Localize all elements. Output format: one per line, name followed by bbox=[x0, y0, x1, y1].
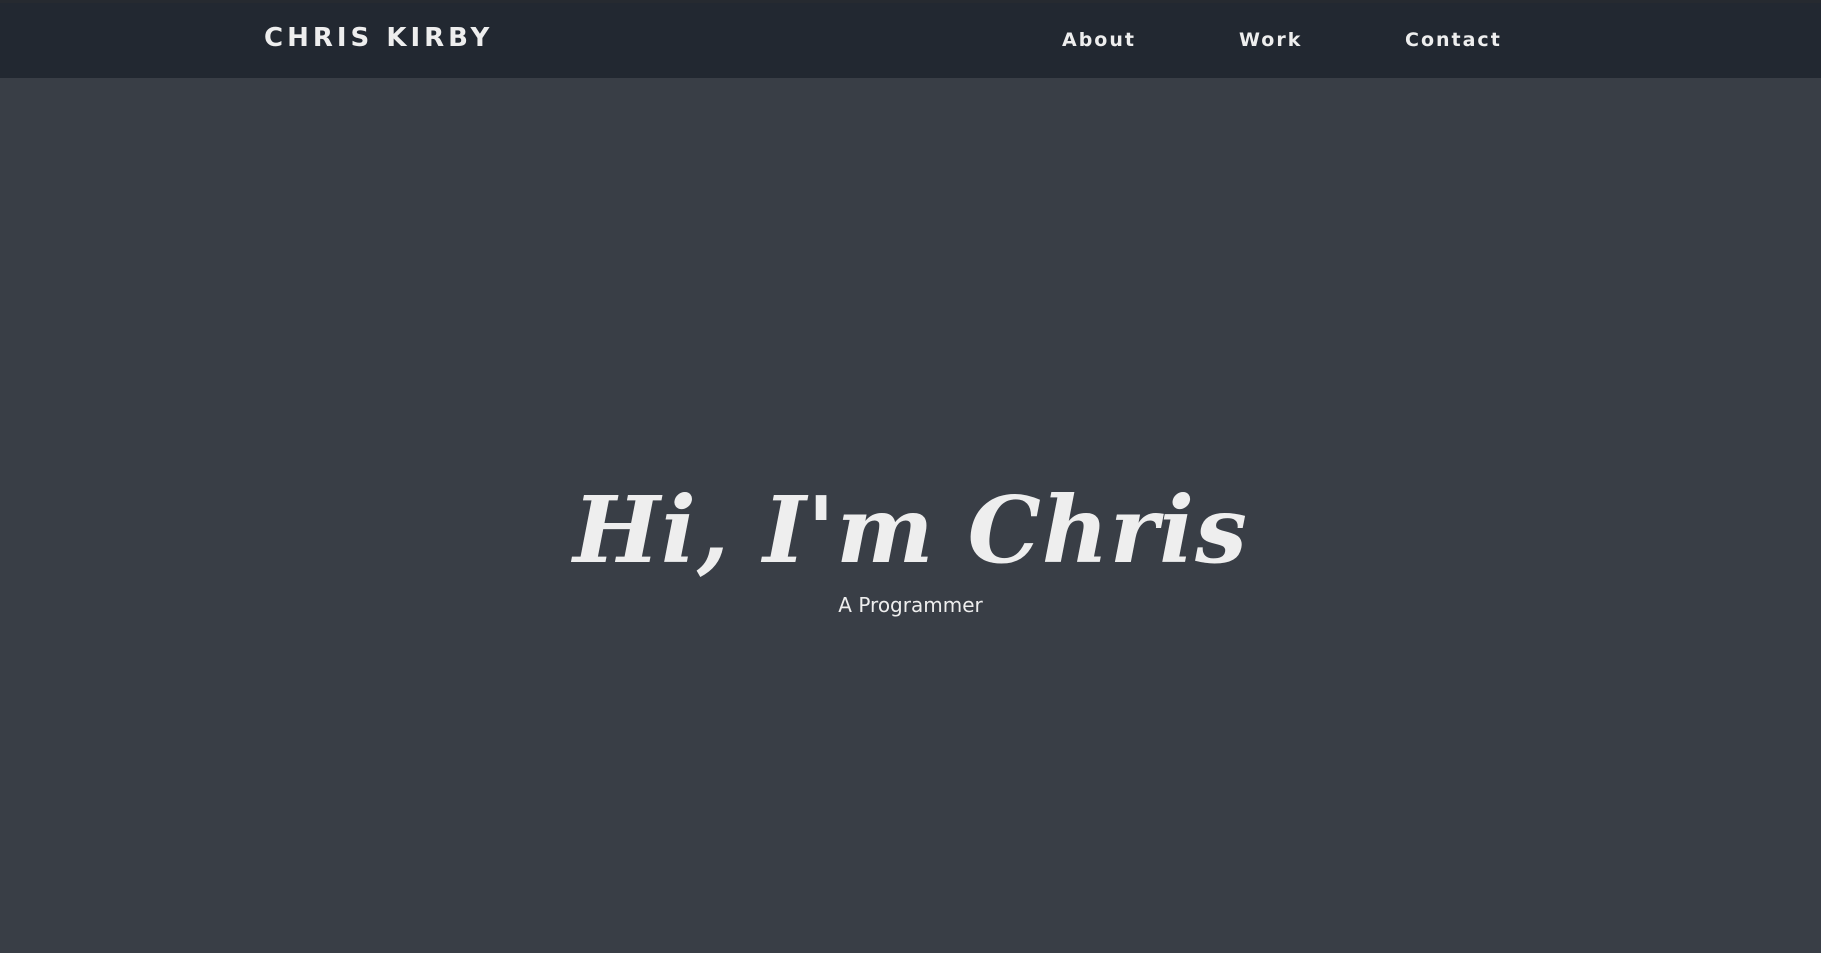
logo-link[interactable]: CHRIS KIRBY bbox=[264, 23, 493, 53]
hero-title: Hi, I'm Chris bbox=[573, 476, 1248, 584]
nav-link-contact[interactable]: Contact bbox=[1405, 29, 1502, 51]
hero-section: Hi, I'm Chris A Programmer bbox=[0, 470, 1821, 620]
nav-link-work[interactable]: Work bbox=[1239, 29, 1302, 51]
hero-subtitle: A Programmer bbox=[838, 593, 983, 617]
navbar: CHRIS KIRBY About Work Contact bbox=[0, 0, 1821, 78]
navbar-top-border bbox=[0, 0, 1821, 3]
nav-link-about[interactable]: About bbox=[1062, 29, 1136, 51]
